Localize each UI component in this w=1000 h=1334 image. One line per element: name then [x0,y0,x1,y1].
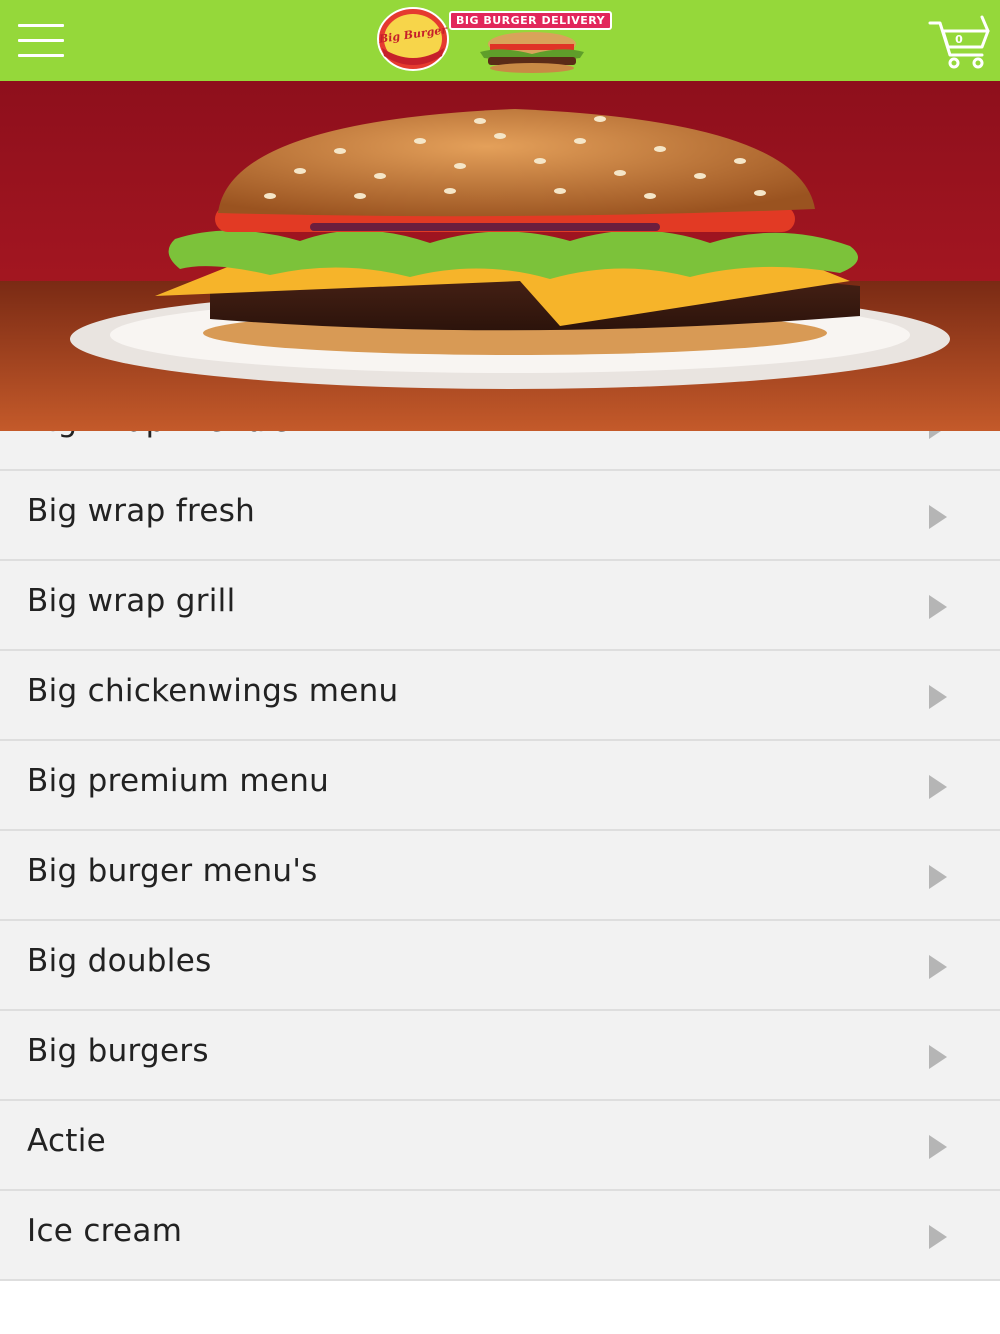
cart-count: 0 [955,33,963,46]
chevron-right-icon [929,1225,947,1249]
list-item[interactable]: Ice cream [0,1191,1000,1281]
logo-badge: Big Burger [376,6,450,76]
list-item-label: Big burger menu's [27,853,318,889]
chevron-right-icon [929,685,947,709]
hamburger-line [18,39,64,42]
category-list: Big wrap menu's Big wrap fresh Big wrap … [0,381,1000,1281]
chevron-right-icon [929,595,947,619]
list-item[interactable]: Big doubles [0,921,1000,1011]
brand-logo[interactable]: Big Burger BIG BURGER DELIVERY [376,6,626,74]
list-item[interactable]: Big premium menu [0,741,1000,831]
list-item-label: Big chickenwings menu [27,673,399,709]
list-item-label: Ice cream [27,1213,183,1249]
list-item[interactable]: Big burgers [0,1011,1000,1101]
list-item[interactable]: Big chickenwings menu [0,651,1000,741]
top-bar: Big Burger BIG BURGER DELIVERY 0 [0,0,1000,81]
logo-banner-text: BIG BURGER DELIVERY [449,11,613,30]
list-item-label: Big doubles [27,943,212,979]
list-item-label: Actie [27,1123,107,1159]
hamburger-line [18,24,64,27]
hamburger-line [18,54,64,57]
chevron-right-icon [929,775,947,799]
list-item-label: Big wrap grill [27,583,236,619]
list-item-label: Big burgers [27,1033,209,1069]
list-item[interactable]: Big burger menu's [0,831,1000,921]
list-item[interactable]: Big wrap fresh [0,471,1000,561]
list-item-label: Big wrap fresh [27,493,256,529]
chevron-right-icon [929,955,947,979]
chevron-right-icon [929,505,947,529]
list-item-label: Big premium menu [27,763,330,799]
hero-burger-image [0,81,1000,431]
list-item[interactable]: Actie [0,1101,1000,1191]
hamburger-menu-icon[interactable] [18,24,64,58]
chevron-right-icon [929,1135,947,1159]
logo-burger-icon [472,30,592,78]
list-item[interactable]: Big wrap grill [0,561,1000,651]
shopping-cart-icon[interactable]: 0 [928,13,994,71]
chevron-right-icon [929,1045,947,1069]
chevron-right-icon [929,865,947,889]
